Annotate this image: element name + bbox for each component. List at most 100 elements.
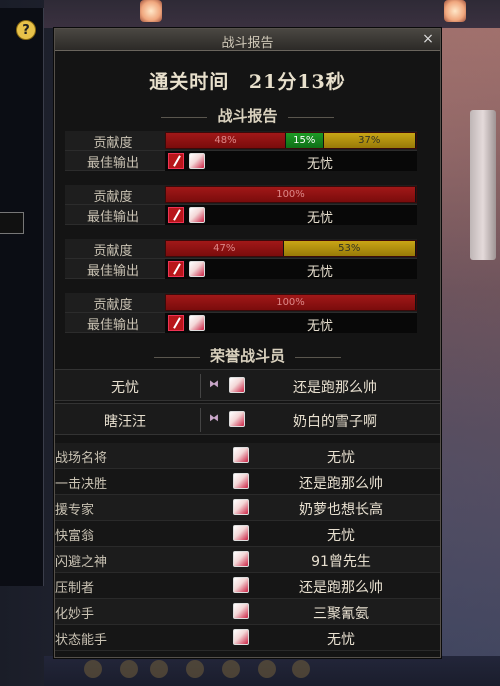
award-title: 化妙手 — [55, 607, 95, 622]
best-output-row: 最佳输出 无忧 — [65, 205, 417, 226]
weapon-icon — [168, 207, 184, 223]
award-row: 一击决胜 还是跑那么帅 — [55, 469, 440, 495]
character-portrait-icon — [229, 411, 245, 427]
clear-time-value: 21分13秒 — [248, 71, 346, 93]
contribution-row: 贡献度 100% — [65, 293, 417, 313]
divider — [153, 356, 200, 358]
divider — [200, 408, 201, 432]
contribution-segment: 100% — [166, 187, 416, 202]
best-output-row: 最佳输出 无忧 — [65, 259, 417, 280]
weapon-icon — [168, 315, 184, 331]
contribution-block: 贡献度 100% 最佳输出 无忧 — [65, 293, 417, 334]
contribution-segment: 15% — [286, 133, 324, 148]
contribution-bar: 48% 15% 37% — [165, 132, 417, 149]
best-output-cell: 无忧 — [165, 151, 417, 172]
character-portrait-icon — [233, 473, 249, 489]
contribution-block: 贡献度 47% 53% 最佳输出 无忧 — [65, 239, 417, 280]
skill-slot-icon[interactable] — [292, 660, 310, 678]
award-title: 援专家 — [55, 503, 95, 518]
skill-slot-icon[interactable] — [186, 660, 204, 678]
contribution-segment: 48% — [166, 133, 286, 148]
contribution-label: 贡献度 — [93, 298, 133, 313]
stone-lantern-pillar — [470, 110, 496, 260]
divider — [295, 356, 341, 358]
best-output-label: 最佳输出 — [86, 264, 139, 279]
award-row: 化妙手 三聚氰氨 — [55, 599, 440, 625]
honor-player-left: 瞎汪汪 — [104, 414, 146, 430]
award-title: 战场名将 — [55, 451, 108, 466]
award-row: 闪避之神 91曾先生 — [55, 547, 440, 573]
award-title: 状态能手 — [55, 633, 108, 648]
contribution-bar: 47% 53% — [165, 240, 417, 257]
contribution-segment: 37% — [323, 133, 416, 148]
honor-player-right: 奶白的雪子啊 — [293, 414, 377, 430]
best-output-label: 最佳输出 — [86, 318, 139, 333]
character-portrait-icon — [233, 551, 249, 567]
award-title: 闪避之神 — [55, 555, 108, 570]
award-player: 还是跑那么帅 — [299, 476, 383, 492]
best-output-cell: 无忧 — [165, 205, 417, 226]
best-output-player: 无忧 — [306, 157, 333, 172]
versus-icon: ⧓ — [209, 379, 219, 390]
award-player: 91曾先生 — [311, 554, 371, 570]
honor-players: 无忧 ⧓ 还是跑那么帅 瞎汪汪 ⧓ 奶白的雪子啊 — [55, 369, 440, 437]
honor-row: 瞎汪汪 ⧓ 奶白的雪子啊 — [55, 403, 440, 435]
contribution-segment: 47% — [166, 241, 284, 256]
character-portrait-icon — [189, 261, 205, 277]
character-portrait-icon — [233, 525, 249, 541]
title-bar[interactable]: 战斗报告 × — [55, 29, 440, 51]
contribution-label: 贡献度 — [93, 244, 133, 259]
best-output-row: 最佳输出 无忧 — [65, 313, 417, 334]
character-portrait-icon — [189, 315, 205, 331]
help-button[interactable]: ? — [16, 20, 36, 40]
contribution-row: 贡献度 48% 15% 37% — [65, 131, 417, 151]
award-row: 压制者 还是跑那么帅 — [55, 573, 440, 599]
weapon-icon — [168, 153, 184, 169]
battle-report-window: 战斗报告 × 通关时间 21分13秒 战斗报告 贡献度 48% 15% 37% 最佳输出… — [54, 28, 441, 658]
best-output-player: 无忧 — [306, 211, 333, 226]
contribution-block: 贡献度 100% 最佳输出 无忧 — [65, 185, 417, 226]
contribution-row: 贡献度 100% — [65, 185, 417, 205]
contribution-segment: 100% — [166, 295, 416, 310]
character-portrait-icon — [189, 153, 205, 169]
section-title-honor: 荣誉战斗员 — [55, 345, 440, 367]
award-player: 无忧 — [327, 632, 355, 648]
skill-slot-icon[interactable] — [258, 660, 276, 678]
best-output-cell: 无忧 — [165, 313, 417, 334]
honor-player-right: 还是跑那么帅 — [293, 380, 377, 396]
close-button[interactable]: × — [420, 31, 436, 47]
best-output-label: 最佳输出 — [86, 156, 139, 171]
section-title-report: 战斗报告 — [55, 105, 440, 127]
character-portrait-icon — [229, 377, 245, 393]
award-player: 还是跑那么帅 — [299, 580, 383, 596]
best-output-row: 最佳输出 无忧 — [65, 151, 417, 172]
divider — [200, 374, 201, 398]
background-rooftop — [44, 0, 500, 28]
best-output-player: 无忧 — [306, 265, 333, 280]
skill-slot-icon[interactable] — [222, 660, 240, 678]
skill-slot-icon[interactable] — [120, 660, 138, 678]
contribution-bar: 100% — [165, 294, 417, 311]
award-title: 压制者 — [55, 581, 95, 596]
award-player: 三聚氰氨 — [313, 606, 369, 622]
divider — [161, 116, 208, 118]
contribution-block: 贡献度 48% 15% 37% 最佳输出 无忧 — [65, 131, 417, 172]
skill-slot-icon[interactable] — [84, 660, 102, 678]
contribution-label: 贡献度 — [93, 136, 133, 151]
side-panel-box — [0, 212, 24, 234]
award-row: 状态能手 无忧 — [55, 625, 440, 651]
window-title: 战斗报告 — [221, 36, 274, 51]
divider — [287, 116, 334, 118]
best-output-cell: 无忧 — [165, 259, 417, 280]
contribution-row: 贡献度 47% 53% — [65, 239, 417, 259]
lantern-icon — [140, 0, 162, 22]
honor-player-left: 无忧 — [111, 380, 139, 396]
clear-time-label: 通关时间 — [149, 71, 230, 93]
character-portrait-icon — [233, 603, 249, 619]
clear-time: 通关时间 21分13秒 — [55, 67, 440, 97]
versus-icon: ⧓ — [209, 413, 219, 424]
skill-slot-icon[interactable] — [150, 660, 168, 678]
award-title: 一击决胜 — [55, 477, 108, 492]
award-player: 奶萝也想长高 — [299, 502, 383, 518]
honor-row: 无忧 ⧓ 还是跑那么帅 — [55, 369, 440, 401]
